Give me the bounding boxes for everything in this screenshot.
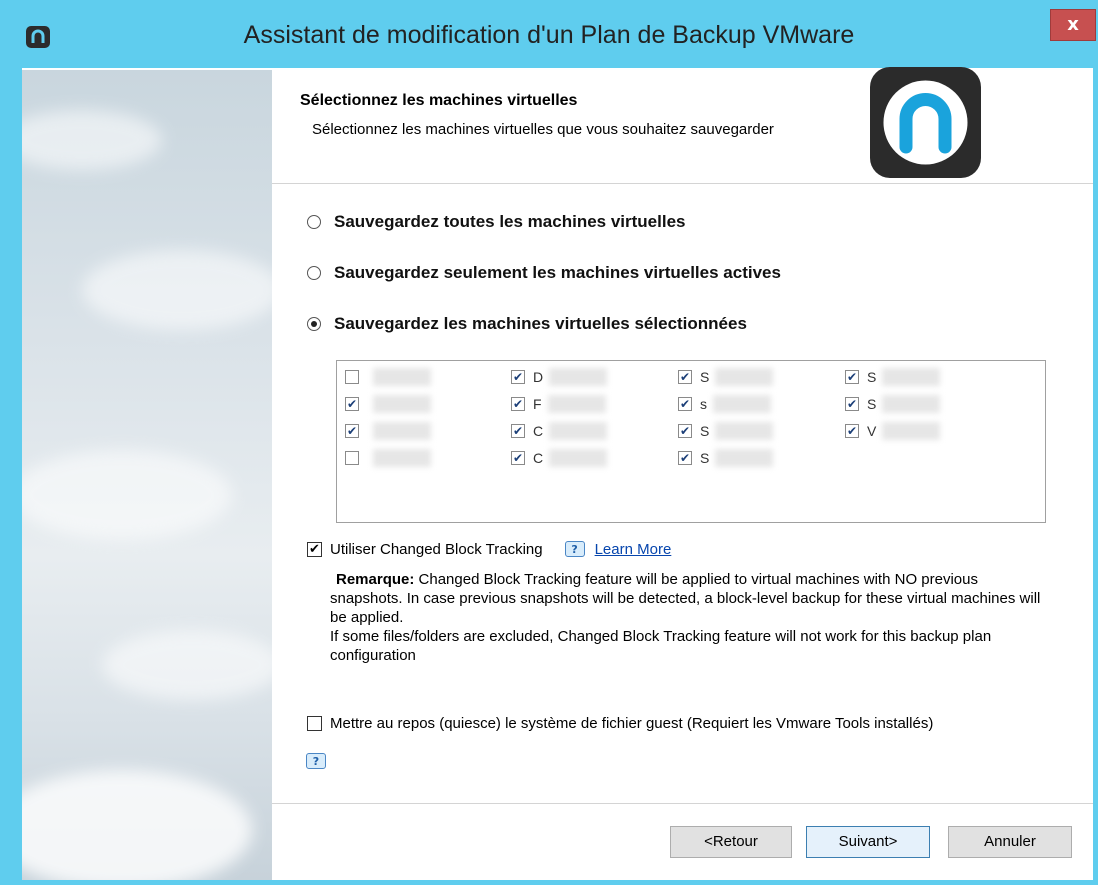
quiesce-help[interactable]: ? — [306, 750, 326, 769]
quiesce-checkbox[interactable] — [307, 715, 322, 731]
option-label: Sauvegardez seulement les machines virtu… — [334, 263, 781, 282]
footer-divider — [272, 803, 1093, 804]
quiesce-label: Mettre au repos (quiesce) le système de … — [330, 714, 934, 732]
vm-item[interactable]: ✔ C — [511, 421, 608, 441]
vm-item[interactable]: ✔ s — [678, 394, 771, 414]
vm-item[interactable]: ✔ S — [678, 367, 774, 387]
vm-checkbox[interactable]: ✔ — [511, 424, 525, 438]
vm-item[interactable]: ✔ F — [511, 394, 606, 414]
option-active-vms[interactable]: Sauvegardez seulement les machines virtu… — [307, 261, 781, 285]
window-frame-right — [1093, 68, 1098, 885]
vm-item[interactable]: ✔ S — [845, 394, 941, 414]
window-title: Assistant de modification d'un Plan de B… — [243, 21, 855, 49]
radio-all-vms[interactable] — [307, 215, 321, 229]
radio-active-vms[interactable] — [307, 266, 321, 280]
help-icon[interactable]: ? — [306, 753, 326, 769]
blurred-name — [549, 422, 608, 440]
next-button[interactable]: Suivant> — [806, 826, 930, 858]
blurred-name — [715, 368, 774, 386]
back-button[interactable]: <Retour — [670, 826, 792, 858]
blurred-name — [715, 422, 774, 440]
window-frame-bottom — [0, 880, 1098, 885]
quiesce-option[interactable]: Mettre au repos (quiesce) le système de … — [307, 712, 933, 734]
blurred-name — [549, 368, 608, 386]
blurred-name — [882, 422, 941, 440]
vm-item[interactable]: ✔ S — [678, 421, 774, 441]
cancel-button[interactable]: Annuler — [948, 826, 1072, 858]
sky-side-panel — [22, 70, 272, 880]
vm-item[interactable] — [345, 448, 431, 468]
brand-logo-icon — [870, 67, 981, 178]
blurred-name — [373, 422, 431, 440]
radio-selected-vms[interactable] — [307, 317, 321, 331]
vm-item[interactable]: ✔ C — [511, 448, 608, 468]
window-frame-left — [0, 68, 22, 885]
wizard-header: Sélectionnez les machines virtuelles Sél… — [272, 67, 1093, 184]
option-selected-vms[interactable]: Sauvegardez les machines virtuelles séle… — [307, 312, 747, 336]
vm-checkbox[interactable]: ✔ — [345, 424, 359, 438]
vm-checkbox[interactable]: ✔ — [845, 424, 859, 438]
vm-checkbox[interactable]: ✔ — [511, 397, 525, 411]
vm-item[interactable] — [345, 367, 431, 387]
blurred-name — [715, 449, 774, 467]
blurred-name — [713, 395, 771, 413]
close-button[interactable]: x — [1050, 9, 1096, 41]
vm-checkbox[interactable]: ✔ — [678, 370, 692, 384]
option-all-vms[interactable]: Sauvegardez toutes les machines virtuell… — [307, 210, 685, 234]
vm-item[interactable]: ✔ V — [845, 421, 941, 441]
vm-item[interactable]: ✔ — [345, 394, 431, 414]
vm-checkbox[interactable] — [345, 370, 359, 384]
blurred-name — [373, 368, 431, 386]
cbt-checkbox[interactable]: ✔ — [307, 541, 322, 557]
blurred-name — [882, 395, 941, 413]
blurred-name — [882, 368, 941, 386]
vm-item[interactable]: ✔ — [345, 421, 431, 441]
note-line-1: Changed Block Tracking feature will be a… — [330, 571, 1041, 626]
title-bar[interactable]: Assistant de modification d'un Plan de B… — [0, 0, 1098, 68]
note-line-2: If some files/folders are excluded, Chan… — [330, 628, 992, 664]
vm-checkbox[interactable]: ✔ — [678, 424, 692, 438]
vm-checkbox[interactable] — [345, 451, 359, 465]
page-subtitle: Sélectionnez les machines virtuelles que… — [312, 121, 774, 138]
cbt-label: Utiliser Changed Block Tracking — [330, 540, 543, 558]
vm-checkbox[interactable]: ✔ — [345, 397, 359, 411]
page-title: Sélectionnez les machines virtuelles — [300, 92, 578, 109]
note-prefix: Remarque: — [336, 571, 415, 588]
vm-checkbox[interactable]: ✔ — [678, 397, 692, 411]
learn-more-link[interactable]: Learn More — [595, 541, 672, 558]
blurred-name — [547, 395, 606, 413]
help-icon[interactable]: ? — [564, 541, 585, 557]
cbt-option[interactable]: ✔ Utiliser Changed Block Tracking ? Lear… — [307, 538, 671, 560]
wizard-content: Sauvegardez toutes les machines virtuell… — [272, 184, 1093, 804]
option-label: Sauvegardez les machines virtuelles séle… — [334, 314, 747, 333]
blurred-name — [373, 395, 431, 413]
vm-checklist[interactable]: ✔ ✔ ✔ D ✔ F ✔ C ✔ C ✔ S ✔ s ✔ S ✔ S ✔ S ✔ S ✔ V — [336, 360, 1046, 523]
vm-item[interactable]: ✔ D — [511, 367, 608, 387]
vm-checkbox[interactable]: ✔ — [511, 370, 525, 384]
vm-checkbox[interactable]: ✔ — [845, 397, 859, 411]
vm-checkbox[interactable]: ✔ — [845, 370, 859, 384]
vm-item[interactable]: ✔ S — [845, 367, 941, 387]
blurred-name — [549, 449, 608, 467]
vm-checkbox[interactable]: ✔ — [678, 451, 692, 465]
blurred-name — [373, 449, 431, 467]
wizard-window: Assistant de modification d'un Plan de B… — [0, 0, 1098, 885]
option-label: Sauvegardez toutes les machines virtuell… — [334, 212, 686, 231]
cbt-note: Remarque: Changed Block Tracking feature… — [330, 570, 1050, 665]
vm-checkbox[interactable]: ✔ — [511, 451, 525, 465]
vm-item[interactable]: ✔ S — [678, 448, 774, 468]
